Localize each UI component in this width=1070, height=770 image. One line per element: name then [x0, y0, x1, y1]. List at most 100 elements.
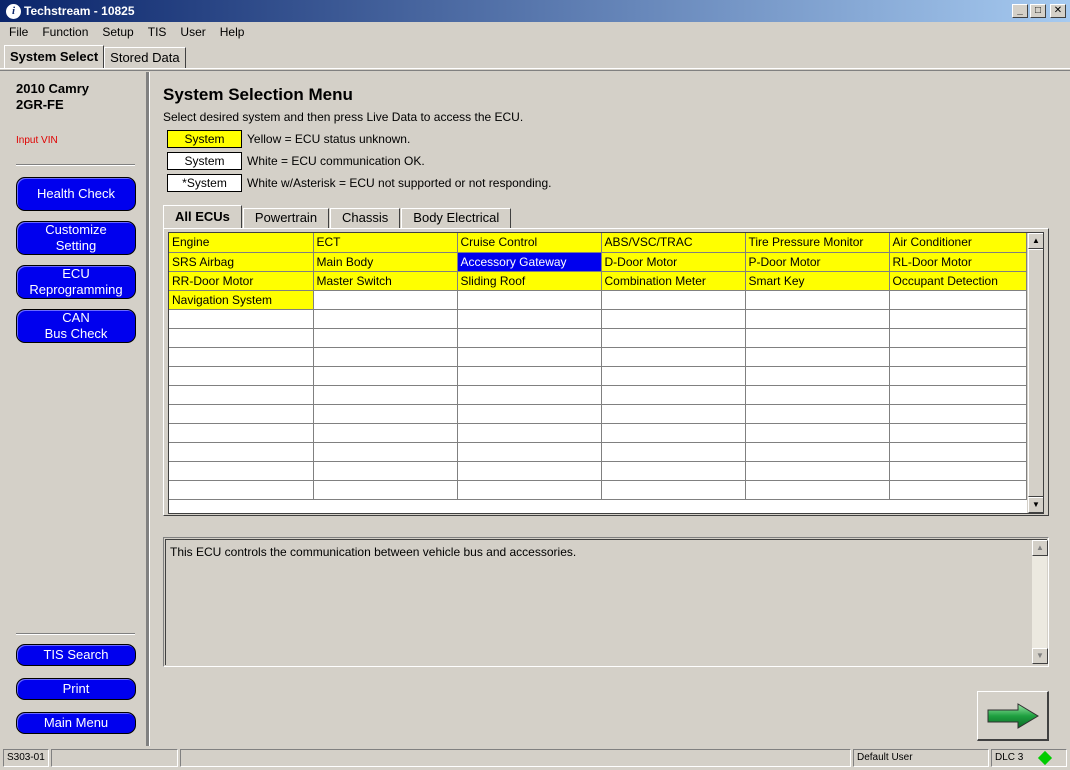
tab-system-select[interactable]: System Select	[4, 45, 105, 69]
legend-text-asterisk: White w/Asterisk = ECU not supported or …	[247, 176, 552, 190]
scroll-up-arrow-icon[interactable]: ▲	[1028, 233, 1043, 249]
ecu-cell-occupant-detection[interactable]: Occupant Detection	[889, 271, 1027, 291]
ecu-cell-empty	[601, 366, 746, 386]
ecu-cell-empty	[745, 423, 890, 443]
ecu-grid: Engine ECT Cruise Control ABS/VSC/TRAC Tire …	[168, 232, 1044, 514]
tab-chassis[interactable]: Chassis	[330, 208, 401, 229]
menu-tis[interactable]: TIS	[139, 25, 172, 39]
legend-text-yellow: Yellow = ECU status unknown.	[247, 132, 411, 146]
vehicle-model: 2010 Camry	[16, 81, 89, 96]
ecu-cell-rr-door-motor[interactable]: RR-Door Motor	[169, 271, 314, 291]
techstream-logo-icon: i	[6, 3, 21, 19]
scroll-thumb[interactable]	[1028, 249, 1043, 497]
tis-search-button[interactable]: TIS Search	[16, 644, 136, 666]
menu-help[interactable]: Help	[211, 25, 250, 39]
ecu-cell-empty	[313, 461, 458, 481]
ecu-cell-empty	[313, 404, 458, 424]
print-button[interactable]: Print	[16, 678, 136, 700]
customize-setting-button[interactable]: Customize Setting	[16, 221, 136, 255]
ecu-reprogramming-button[interactable]: ECU Reprogramming	[16, 265, 136, 299]
ecu-cell-empty	[745, 480, 890, 500]
ecu-cell-rl-door-motor[interactable]: RL-Door Motor	[889, 252, 1027, 272]
ecu-cell-srs-airbag[interactable]: SRS Airbag	[169, 252, 314, 272]
ecu-cell-empty	[745, 328, 890, 348]
ecu-cell-main-body[interactable]: Main Body	[313, 252, 458, 272]
ecu-cell-empty	[889, 461, 1027, 481]
legend-row-white: System White = ECU communication OK.	[167, 152, 425, 170]
ecu-row	[169, 309, 1027, 329]
description-scrollbar[interactable]: ▲ ▼	[1031, 540, 1048, 664]
input-vin-link[interactable]: Input VIN	[16, 135, 58, 146]
ecu-cell-empty	[745, 309, 890, 329]
status-field-empty-2	[180, 749, 851, 767]
ecu-row: Engine ECT Cruise Control ABS/VSC/TRAC Tire …	[169, 233, 1027, 253]
health-check-button[interactable]: Health Check	[16, 177, 136, 211]
ecu-cell-combination-meter[interactable]: Combination Meter	[601, 271, 746, 291]
ecu-cell-empty	[601, 309, 746, 329]
menu-function[interactable]: Function	[33, 25, 93, 39]
ecu-cell-empty	[313, 290, 458, 310]
status-screen-code: S303-01	[3, 749, 49, 767]
ecu-cell-empty	[313, 347, 458, 367]
ecu-cell-sliding-roof[interactable]: Sliding Roof	[457, 271, 602, 291]
ecu-cell-empty	[313, 480, 458, 500]
ecu-cell-d-door-motor[interactable]: D-Door Motor	[601, 252, 746, 272]
ecu-cell-ect[interactable]: ECT	[313, 233, 458, 253]
ecu-cell-p-door-motor[interactable]: P-Door Motor	[745, 252, 890, 272]
menu-file[interactable]: File	[0, 25, 33, 39]
tab-body-electrical[interactable]: Body Electrical	[401, 208, 512, 229]
ecu-grid-scrollbar[interactable]: ▲ ▼	[1027, 233, 1043, 513]
menu-user[interactable]: User	[171, 25, 210, 39]
ecu-cell-empty	[457, 290, 602, 310]
ecu-cell-tire-pressure-monitor[interactable]: Tire Pressure Monitor	[745, 233, 890, 253]
desc-scroll-down-arrow-icon[interactable]: ▼	[1032, 648, 1048, 664]
ecu-cell-navigation-system[interactable]: Navigation System	[169, 290, 314, 310]
ecu-cell-abs-vsc-trac[interactable]: ABS/VSC/TRAC	[601, 233, 746, 253]
ecu-cell-empty	[889, 480, 1027, 500]
ecu-description: This ECU controls the communication betw…	[170, 545, 577, 559]
ecu-cell-empty	[601, 328, 746, 348]
minimize-button[interactable]: _	[1012, 4, 1028, 18]
ecu-cell-empty	[601, 290, 746, 310]
ecu-cell-cruise-control[interactable]: Cruise Control	[457, 233, 602, 253]
customize-setting-label: Customize Setting	[45, 222, 107, 253]
ecu-cell-empty	[457, 442, 602, 462]
menu-setup[interactable]: Setup	[93, 25, 138, 39]
can-bus-check-button[interactable]: CAN Bus Check	[16, 309, 136, 343]
tab-powertrain[interactable]: Powertrain	[242, 208, 330, 229]
ecu-cell-empty	[457, 480, 602, 500]
tab-all-ecus[interactable]: All ECUs	[163, 205, 242, 229]
ecu-cell-smart-key[interactable]: Smart Key	[745, 271, 890, 291]
ecu-cell-empty	[457, 385, 602, 405]
ecu-cell-air-conditioner[interactable]: Air Conditioner	[889, 233, 1027, 253]
tab-divider	[0, 68, 1070, 71]
ecu-row	[169, 366, 1027, 386]
maximize-button[interactable]: □	[1030, 4, 1046, 18]
next-button[interactable]	[977, 691, 1049, 741]
desc-scroll-up-arrow-icon[interactable]: ▲	[1032, 540, 1048, 556]
tab-stored-data[interactable]: Stored Data	[104, 47, 186, 69]
ecu-cell-empty	[169, 347, 314, 367]
main-menu-button[interactable]: Main Menu	[16, 712, 136, 734]
close-button[interactable]: ✕	[1050, 4, 1066, 18]
ecu-cell-empty	[169, 404, 314, 424]
ecu-row	[169, 404, 1027, 424]
ecu-row	[169, 442, 1027, 462]
ecu-cell-master-switch[interactable]: Master Switch	[313, 271, 458, 291]
ecu-cell-empty	[889, 328, 1027, 348]
scroll-down-arrow-icon[interactable]: ▼	[1028, 497, 1043, 513]
ecu-cell-empty	[169, 442, 314, 462]
ecu-cell-empty	[457, 347, 602, 367]
ecu-cell-empty	[601, 480, 746, 500]
ecu-cell-empty	[313, 385, 458, 405]
page-title: System Selection Menu	[163, 85, 353, 104]
legend-box-yellow: System	[167, 130, 242, 148]
ecu-cell-engine[interactable]: Engine	[169, 233, 314, 253]
can-bus-check-label: CAN Bus Check	[44, 310, 108, 341]
menu-bar: File Function Setup TIS User Help	[0, 23, 249, 41]
ecu-row	[169, 423, 1027, 443]
legend-box-white: System	[167, 152, 242, 170]
ecu-cell-accessory-gateway[interactable]: Accessory Gateway	[457, 252, 602, 272]
ecu-cell-empty	[745, 442, 890, 462]
ecu-cell-empty	[889, 290, 1027, 310]
